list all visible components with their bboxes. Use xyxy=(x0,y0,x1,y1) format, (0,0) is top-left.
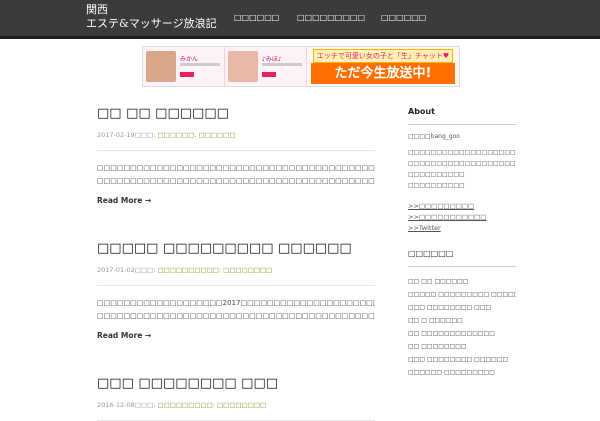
recent-post-link[interactable]: □□□□□ □□□□□□□□□ □□□□□□ xyxy=(408,288,516,301)
recent-posts-title: □□□□□□ xyxy=(408,248,516,267)
read-more-link[interactable]: Read More → xyxy=(97,196,375,208)
ad-banner-tagline: エッチで可愛い女の子と「生」チャット♥ xyxy=(313,49,453,63)
ad-banner-headline: ただ今生放送中! xyxy=(311,63,455,84)
about-link[interactable]: >>□□□□□□□□□□□ xyxy=(408,212,516,223)
ad-profile-text xyxy=(262,63,302,66)
recent-posts-list: □□ □□ □□□□□□ □□□□□ □□□□□□□□□ □□□□□□ □□□ … xyxy=(408,275,516,379)
post-meta-label: □□□: xyxy=(134,131,156,139)
ad-banner-live[interactable]: エッチで可愛い女の子と「生」チャット♥ ただ今生放送中! xyxy=(307,47,459,86)
recent-post-link[interactable]: □□□ □□□□□□□□ □□□□□□ xyxy=(408,353,516,366)
ad-profile-card[interactable]: ♪みほ♪ xyxy=(225,47,307,86)
recent-post-link[interactable]: □□□□□□ □□□□□□□□□ xyxy=(408,366,516,379)
post-category-link[interactable]: □□□□□□ xyxy=(157,131,194,139)
recent-post-link[interactable]: □□ □□□□□□□□ xyxy=(408,340,516,353)
ad-profile-photo xyxy=(228,51,258,82)
about-line: □□□□□□□□□□□□□□□□□□□□□□□□□ xyxy=(408,160,516,167)
post-meta: 2016-12-08□□□: □□□□□□□□□: □□□□□□□□ xyxy=(97,400,375,421)
post-list: □□ □□ □□□□□□ 2017-02-19□□□: □□□□□□: □□□□… xyxy=(97,100,375,421)
ad-profile-name: ♪みほ♪ xyxy=(262,56,282,63)
post-title[interactable]: □□□ □□□□□□□□ □□□ xyxy=(97,376,375,392)
site-title-line2[interactable]: エステ&マッサージ放浪記 xyxy=(86,17,226,31)
post-date: 2017-01-02 xyxy=(97,266,135,274)
main-nav: □□□□□□ □□□□□□□□□ □□□□□□ xyxy=(234,0,441,36)
post-date: 2016-12-08 xyxy=(97,401,135,409)
post-category-link[interactable]: □□□□□□□□ xyxy=(217,401,266,409)
ad-profile-card[interactable]: みかん xyxy=(143,47,225,86)
ad-profile-text xyxy=(180,63,220,66)
post-excerpt: □□□□□□□□□□□□□□□□□□□□□□□□□□□□□□□□□□□□□□□□… xyxy=(97,164,375,185)
post-entry: □□ □□ □□□□□□ 2017-02-19□□□: □□□□□□: □□□□… xyxy=(97,106,375,208)
site-title-line1[interactable]: 関西 xyxy=(86,3,226,17)
twitter-link[interactable]: >>Twitter xyxy=(408,223,516,234)
site-title[interactable]: 関西 エステ&マッサージ放浪記 xyxy=(86,3,226,31)
about-widget-title: About xyxy=(408,106,516,125)
post-date: 2017-02-19 xyxy=(97,131,135,139)
post-meta: 2017-01-02□□□: □□□□□□□□□□: □□□□□□□□ xyxy=(97,265,375,286)
about-line: □□□□□□□□□□ xyxy=(408,171,465,178)
about-line: □□□□□□□□□□□□□□□□□□□□□□□□□ xyxy=(408,149,516,156)
read-more-link[interactable]: Read More → xyxy=(97,331,375,343)
recent-post-link[interactable]: □□□ □□□□□□□□ □□□ xyxy=(408,301,516,314)
post-title[interactable]: □□ □□ □□□□□□ xyxy=(97,106,375,122)
post-entry: □□□ □□□□□□□□ □□□ 2016-12-08□□□: □□□□□□□□… xyxy=(97,376,375,421)
post-category-link[interactable]: □□□□□□□□□□ xyxy=(157,266,218,274)
about-author: □□□□bang_goo xyxy=(408,133,460,140)
about-line: □□□□□□□□□□ xyxy=(408,182,465,189)
post-entry: □□□□□ □□□□□□□□□ □□□□□□ 2017-01-02□□□: □□… xyxy=(97,241,375,343)
recent-post-link[interactable]: □□ □□□□□□□□□□□□□ xyxy=(408,327,516,340)
site-header: 関西 エステ&マッサージ放浪記 □□□□□□ □□□□□□□□□ □□□□□□ xyxy=(0,0,600,39)
post-category-link[interactable]: □□□□□□□□□ xyxy=(157,401,212,409)
nav-item-1[interactable]: □□□□□□ xyxy=(234,0,284,36)
post-meta-label: □□□: xyxy=(134,266,156,274)
ad-banner-profiles[interactable]: みかん ♪みほ♪ xyxy=(143,47,307,86)
recent-post-link[interactable]: □□ □ □□□□□□ xyxy=(408,314,516,327)
ad-profile-photo xyxy=(146,51,176,82)
post-meta: 2017-02-19□□□: □□□□□□: □□□□□□ xyxy=(97,130,375,151)
post-category-link[interactable]: □□□□□□ xyxy=(199,131,236,139)
post-meta-label: □□□: xyxy=(134,401,156,409)
sidebar: About □□□□bang_goo □□□□□□□□□□□□□□□□□□□ □□… xyxy=(408,100,516,379)
post-category-link[interactable]: □□□□□□□□ xyxy=(223,266,272,274)
ad-profile-tag xyxy=(262,72,276,77)
recent-post-link[interactable]: □□ □□ □□□□□□ xyxy=(408,275,516,288)
post-excerpt: □□□□□□□□□□□□□□□□□□□2017□□□□□□□□□□□□□□□□□… xyxy=(97,299,375,320)
about-widget-text: □□□□bang_goo □□□□□□□□□□□□□□□□□□□ □□□□□□ □… xyxy=(408,131,516,234)
nav-item-2[interactable]: □□□□□□□□□ xyxy=(297,0,368,36)
ad-banner[interactable]: みかん ♪みほ♪ エッチで可愛い女の子と「生」チャット♥ ただ今生放送中! xyxy=(142,46,460,87)
post-title[interactable]: □□□□□ □□□□□□□□□ □□□□□□ xyxy=(97,241,375,257)
ad-profile-name: みかん xyxy=(180,56,199,63)
about-link[interactable]: >>□□□□□□□□□ xyxy=(408,201,516,212)
ad-profile-tag xyxy=(180,72,194,77)
nav-item-3[interactable]: □□□□□□ xyxy=(381,0,428,36)
